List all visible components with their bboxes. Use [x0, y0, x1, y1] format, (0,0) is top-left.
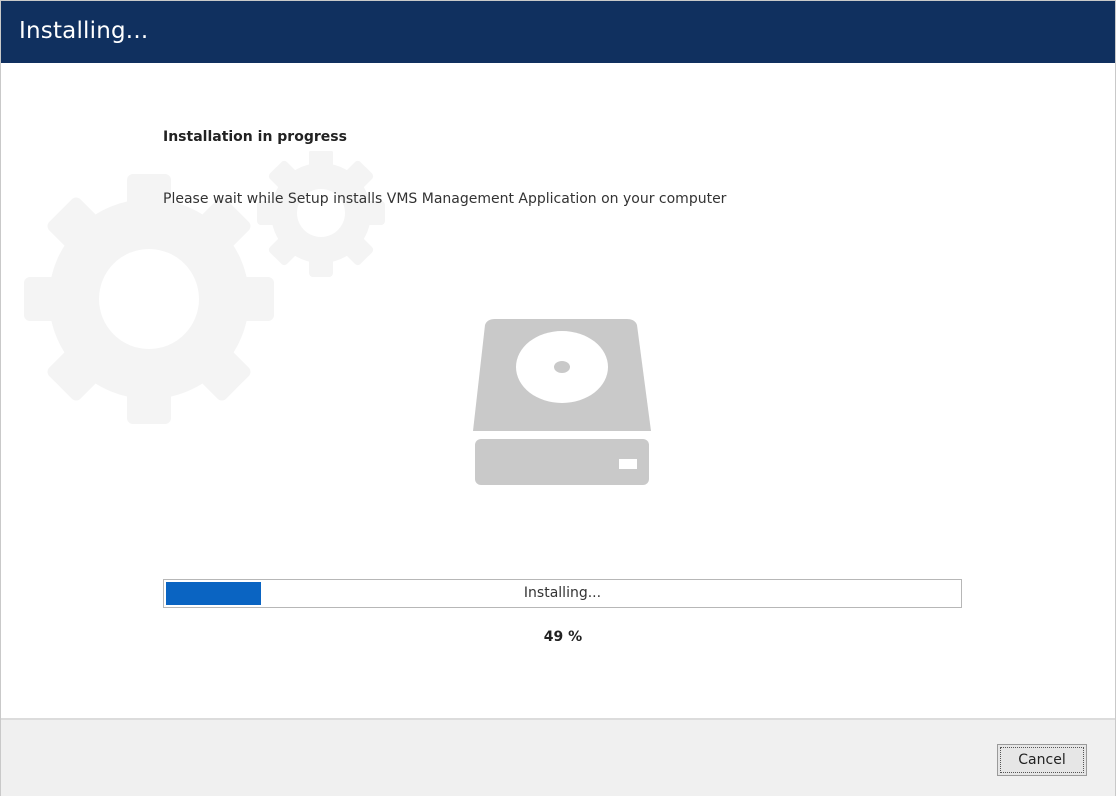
window-title: Installing...	[19, 18, 149, 44]
footer-bar: Cancel	[1, 718, 1115, 796]
title-bar: Installing...	[1, 1, 1115, 63]
page-description: Please wait while Setup installs VMS Man…	[163, 191, 727, 207]
installer-window: Installing... Installation in progress P…	[0, 0, 1116, 796]
cancel-button[interactable]: Cancel	[997, 744, 1087, 776]
page-heading: Installation in progress	[163, 129, 347, 145]
progress-bar: Installing...	[163, 579, 962, 608]
progress-percent: 49 %	[543, 629, 583, 645]
progress-status-label: Installing...	[523, 585, 602, 601]
hard-drive-icon	[473, 319, 651, 485]
